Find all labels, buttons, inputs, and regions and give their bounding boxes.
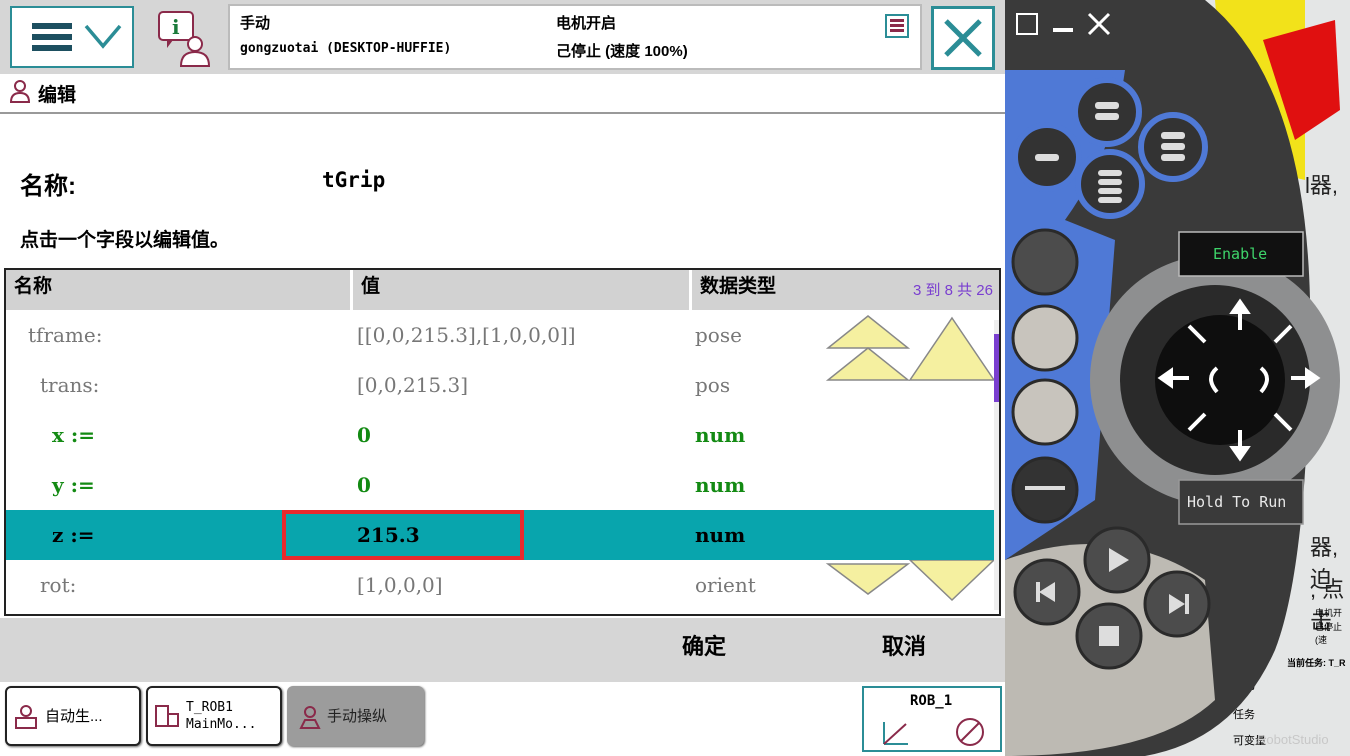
- cancel-button[interactable]: 取消: [804, 618, 1004, 682]
- row-type: num: [695, 473, 746, 497]
- row-value: [[0,0,215.3],[1,0,0,0]]: [357, 323, 576, 347]
- info-user-icon[interactable]: i: [155, 10, 215, 68]
- hamburger-menu-icon: [32, 23, 122, 51]
- row-type: num: [695, 423, 746, 447]
- motor-status: 电机开启: [556, 15, 617, 32]
- quickset-rob-button[interactable]: ROB_1: [862, 686, 1002, 752]
- scrollbar-thumb[interactable]: [994, 334, 999, 402]
- svg-text:i: i: [172, 15, 180, 39]
- row-value: 0: [357, 473, 371, 497]
- controller-name: gongzuotai (DESKTOP-HUFFIE): [240, 41, 452, 56]
- row-type: pos: [695, 373, 731, 397]
- scroll-down-icon[interactable]: [824, 560, 996, 610]
- table-row[interactable]: y := 0 num: [6, 460, 999, 510]
- close-icon: [944, 19, 982, 57]
- chevron-down-icon: [84, 24, 122, 49]
- row-name: y :=: [52, 473, 95, 497]
- task-label: T_ROB1 MainMo...: [186, 700, 257, 732]
- name-label: 名称:: [20, 173, 76, 200]
- row-type: orient: [695, 573, 756, 597]
- task-auto-generate[interactable]: 自动生...: [5, 686, 141, 746]
- rob-axes-icon: [883, 718, 984, 746]
- row-name: x :=: [52, 423, 96, 447]
- column-header-name[interactable]: 名称: [6, 270, 350, 310]
- operation-mode: 手动: [240, 15, 271, 32]
- task-program[interactable]: T_ROB1 MainMo...: [146, 686, 282, 746]
- row-range: 3 到 8 共 26: [912, 282, 993, 299]
- edit-hint: 点击一个字段以编辑值。: [20, 230, 230, 251]
- close-button[interactable]: [931, 6, 995, 70]
- task-label: 自动生...: [45, 708, 103, 725]
- edit-header: 编辑: [0, 74, 1005, 112]
- column-header-value[interactable]: 值: [353, 270, 689, 310]
- section-title: 编辑: [38, 85, 77, 106]
- scroll-up-icon[interactable]: [824, 314, 996, 386]
- table-row[interactable]: x := 0 num: [6, 410, 999, 460]
- pendant-body: [1005, 0, 1340, 756]
- row-type: num: [695, 523, 746, 547]
- task-jogging[interactable]: 手动操纵: [287, 686, 424, 746]
- divider: [0, 112, 1005, 114]
- status-panel[interactable]: 手动 gongzuotai (DESKTOP-HUFFIE) 电机开启 己停止 …: [228, 4, 922, 70]
- flexpendant-screen: i 手动 gongzuotai (DESKTOP-HUFFIE) 电机开启 己停…: [0, 0, 1005, 756]
- row-name: z :=: [52, 523, 95, 547]
- row-value: [0,0,215.3]: [357, 373, 469, 397]
- enable-button-label[interactable]: Enable: [1213, 245, 1267, 263]
- program-icon: [155, 705, 179, 727]
- column-header-type[interactable]: 数据类型: [692, 270, 892, 310]
- row-value: 0: [357, 423, 371, 447]
- table-header: 名称 值 数据类型 3 到 8 共 26: [6, 270, 999, 310]
- auto-icon: [15, 705, 37, 729]
- edit-user-icon: [9, 80, 31, 103]
- virtual-pendant: l器, 器, 迫 , 点击 电机开启 己停止 (速 当前任务: T_R tGri…: [1005, 0, 1350, 756]
- ok-button[interactable]: 确定: [604, 618, 804, 682]
- row-value: [1,0,0,0]: [357, 573, 443, 597]
- row-name: rot:: [40, 573, 77, 597]
- value-highlight-box: [282, 510, 524, 560]
- name-value: tGrip: [322, 168, 386, 192]
- row-name: tframe:: [28, 323, 103, 347]
- jog-icon: [299, 706, 321, 729]
- program-state: 己停止 (速度 100%): [556, 43, 688, 60]
- data-table: 名称 值 数据类型 3 到 8 共 26 tframe: [[0,0,215.3…: [4, 268, 1001, 616]
- row-type: pose: [695, 323, 742, 347]
- top-bar: i 手动 gongzuotai (DESKTOP-HUFFIE) 电机开启 己停…: [0, 0, 1005, 74]
- row-name: trans:: [40, 373, 100, 397]
- hold-to-run-label[interactable]: Hold To Run: [1187, 493, 1286, 511]
- task-label: 手动操纵: [327, 708, 388, 725]
- main-menu-button[interactable]: [10, 6, 134, 68]
- status-settings-icon: [885, 14, 909, 38]
- taskbar: 自动生... T_ROB1 MainMo... 手动操纵: [0, 682, 1005, 756]
